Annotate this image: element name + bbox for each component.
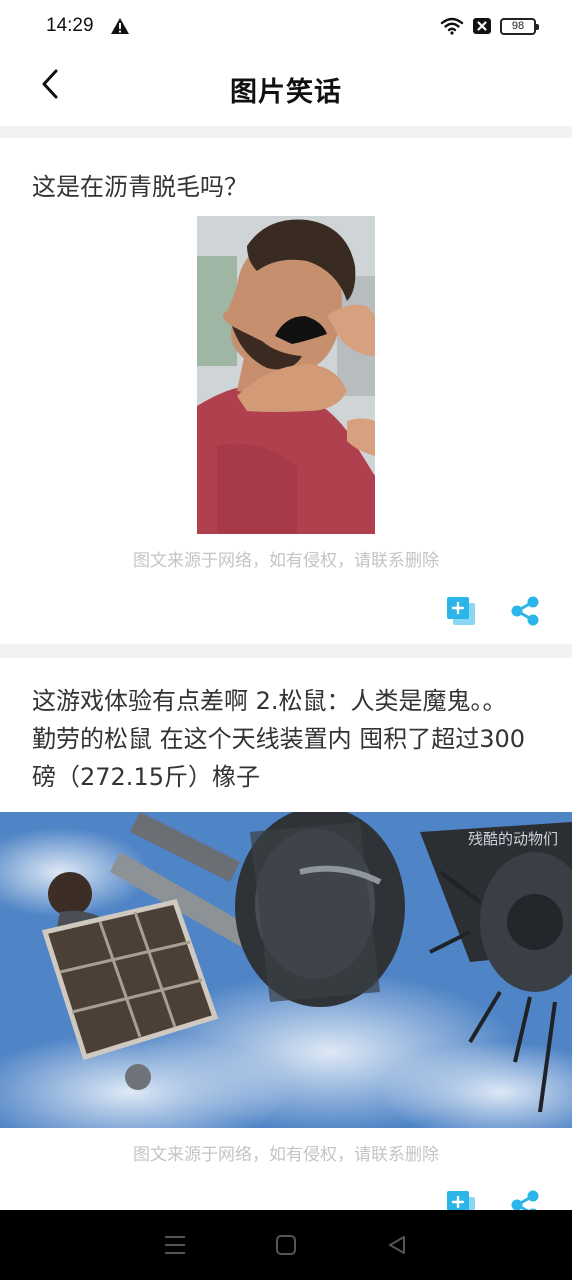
copyright-disclaimer: 图文来源于网络，如有侵权，请联系删除 [133,1145,439,1165]
wifi-icon [440,17,464,35]
share-icon [511,596,539,626]
copy-button[interactable] [444,594,478,628]
joke-image[interactable]: 残酷的动物们 [0,812,572,1128]
status-icons: 98 [440,17,539,35]
copy-icon [447,597,475,625]
home-button[interactable] [266,1225,306,1265]
battery-level: 98 [511,20,525,32]
back-nav-button[interactable] [377,1225,417,1265]
sim-blocked-icon [473,18,491,34]
app-header: 图片笑话 [0,52,572,126]
screen: 14:29 98 图片笑话 这是在沥青脱毛吗？ 图文来源于网络，如有侵权，请联系… [0,0,572,1280]
recents-button[interactable] [155,1225,195,1265]
barber-photo-graphic [197,216,375,534]
back-triangle-icon [388,1236,405,1254]
menu-icon [165,1236,186,1254]
copyright-disclaimer: 图文来源于网络，如有侵权，请联系删除 [133,551,439,571]
home-icon [275,1235,296,1255]
system-nav-bar [0,1210,572,1280]
joke-image[interactable] [197,216,375,534]
card-actions [444,594,542,628]
joke-card: 这是在沥青脱毛吗？ 图文来源于网络，如有侵权，请联系删除 [0,138,572,644]
joke-text: 这游戏体验有点差啊 2.松鼠：人类是魔鬼。。 勤劳的松鼠 在这个天线装置内 囤积… [32,687,526,791]
chevron-left-icon [42,69,58,99]
status-bar: 14:29 98 [0,0,572,52]
joke-text: 这是在沥青脱毛吗？ [32,173,248,201]
share-button[interactable] [508,594,542,628]
joke-card: 这游戏体验有点差啊 2.松鼠：人类是魔鬼。。 勤劳的松鼠 在这个天线装置内 囤积… [0,658,572,1228]
status-time: 14:29 [46,15,94,36]
battery-icon: 98 [500,17,539,35]
warning-icon [110,18,129,34]
image-watermark: 残酷的动物们 [467,830,558,848]
back-button[interactable] [30,64,70,104]
page-title: 图片笑话 [230,76,342,108]
antenna-photo-graphic [0,812,572,1128]
